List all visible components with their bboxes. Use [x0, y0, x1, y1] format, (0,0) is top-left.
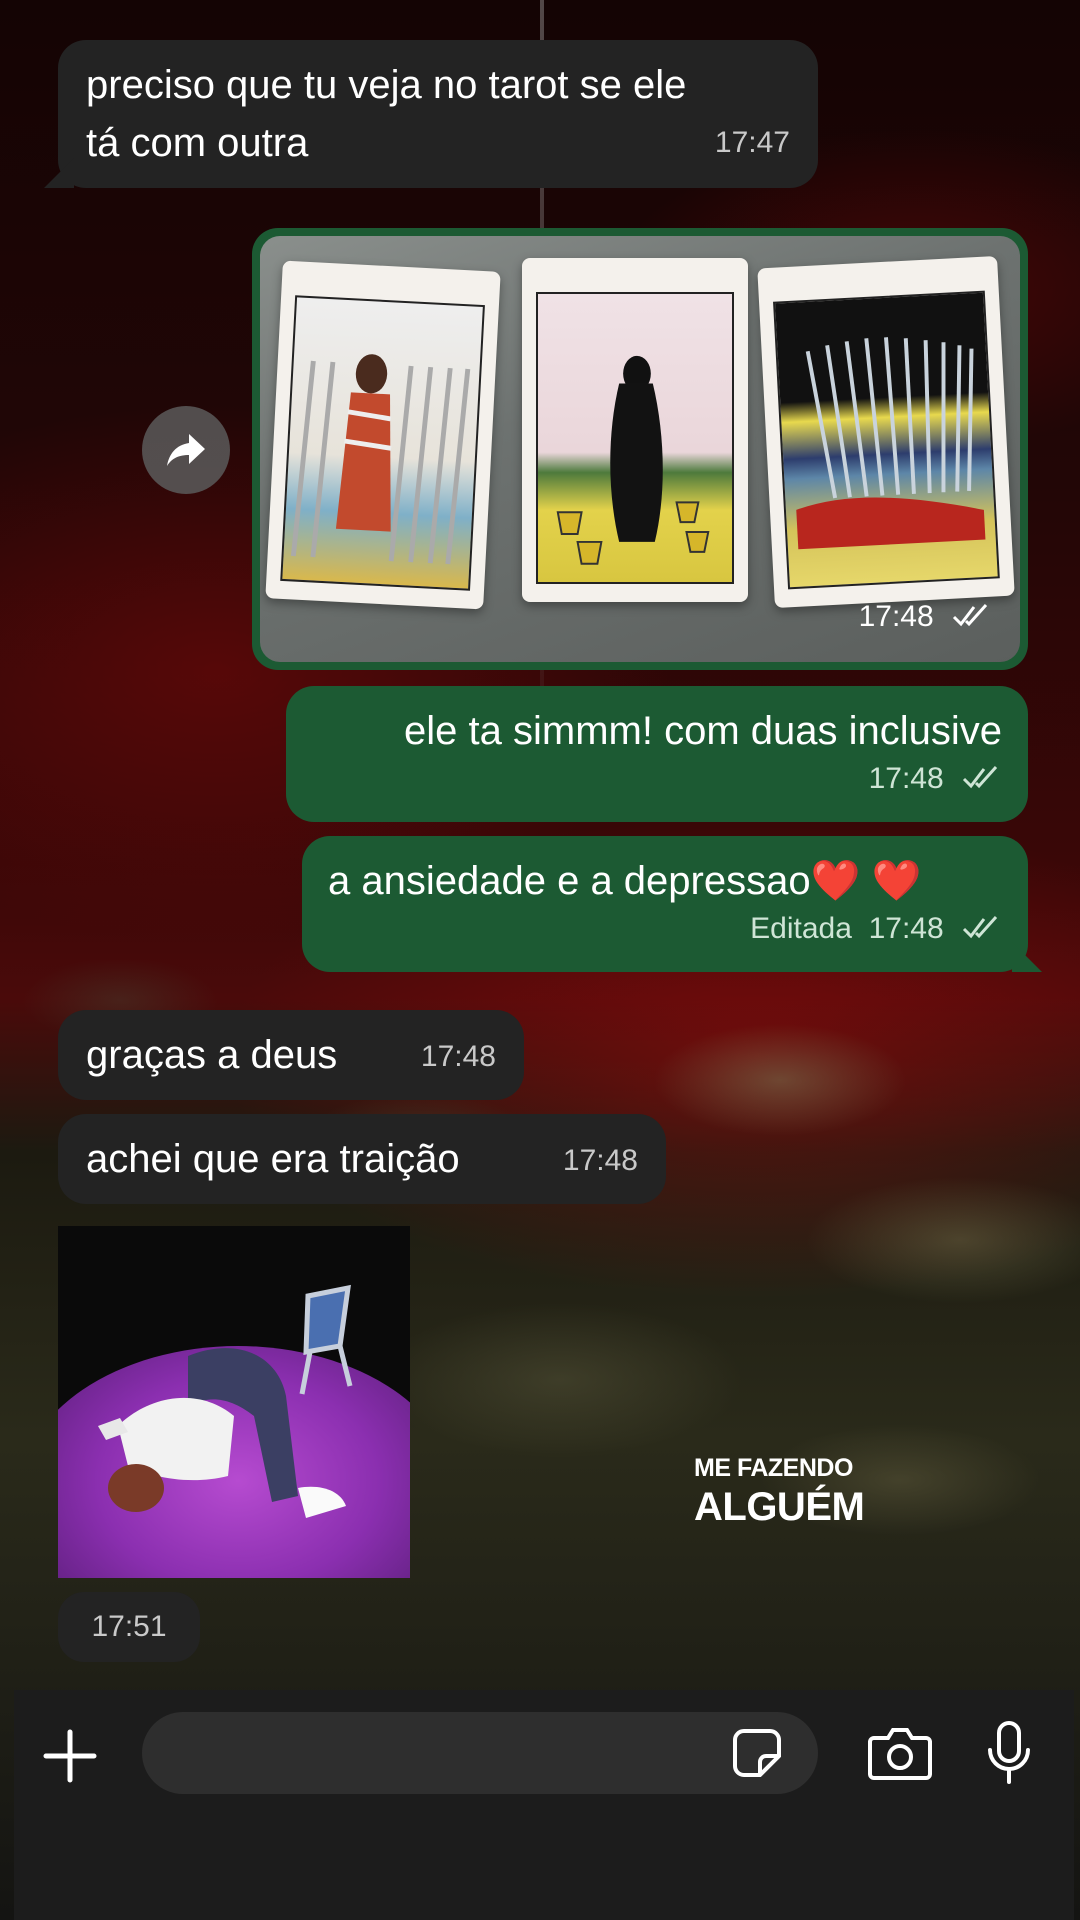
camera-icon[interactable]	[868, 1726, 932, 1780]
incoming-message[interactable]: preciso que tu veja no tarot se ele tá c…	[44, 40, 818, 188]
message-composer	[14, 1690, 1074, 1920]
sticker-message[interactable]	[58, 1226, 410, 1578]
message-time: 17:48	[868, 762, 944, 795]
forward-button[interactable]	[142, 406, 230, 494]
sticker-time-badge: 17:51	[58, 1592, 200, 1662]
message-text: achei que era traição	[86, 1137, 460, 1181]
message-time: 17:48	[868, 912, 944, 945]
incoming-message[interactable]: graças a deus 17:48	[58, 1010, 524, 1100]
watermark-line-2: ALGUÉM	[694, 1485, 865, 1529]
message-text: a ansiedade e a depressao	[328, 859, 811, 903]
message-input[interactable]	[142, 1712, 818, 1794]
message-time: 17:48	[858, 600, 934, 633]
read-receipt-icon	[962, 753, 1002, 789]
message-meta: Editada 17:48	[750, 900, 1002, 958]
tarot-card: V	[522, 258, 748, 602]
read-receipt-icon	[962, 903, 1002, 939]
outgoing-message[interactable]: a ansiedade e a depressao❤️ ❤️ Editada 1…	[302, 836, 1042, 972]
message-time: 17:48	[420, 1040, 496, 1073]
outgoing-image-message[interactable]: VIII V	[252, 228, 1028, 670]
incoming-message[interactable]: achei que era traição 17:48	[58, 1114, 666, 1204]
message-time: 17:47	[714, 126, 790, 159]
sticker-figure	[98, 1284, 353, 1518]
read-receipt-icon	[952, 591, 992, 627]
message-text: preciso que tu veja no tarot se ele tá c…	[86, 63, 687, 165]
tarot-cards-photo[interactable]: VIII V	[260, 236, 1020, 662]
plus-icon[interactable]	[42, 1728, 98, 1784]
tarot-card: X	[757, 255, 1015, 609]
watermark-line-1: ME FAZENDO	[694, 1454, 853, 1482]
tarot-card: VIII	[265, 260, 501, 610]
message-meta: 17:48	[869, 750, 1002, 808]
outgoing-message[interactable]: ele ta simmm! com duas inclusive 17:48	[286, 686, 1028, 822]
video-watermark: ME FAZENDO ALGUÉM	[694, 1454, 865, 1529]
edited-label: Editada	[750, 912, 852, 945]
message-time: 17:48	[562, 1144, 638, 1177]
forward-icon	[165, 432, 207, 468]
microphone-icon[interactable]	[984, 1720, 1034, 1786]
image-meta: 17:48	[859, 588, 992, 646]
message-text: graças a deus	[86, 1033, 338, 1077]
heart-emoji: ❤️ ❤️	[810, 859, 922, 903]
sticker-icon[interactable]	[732, 1728, 782, 1778]
